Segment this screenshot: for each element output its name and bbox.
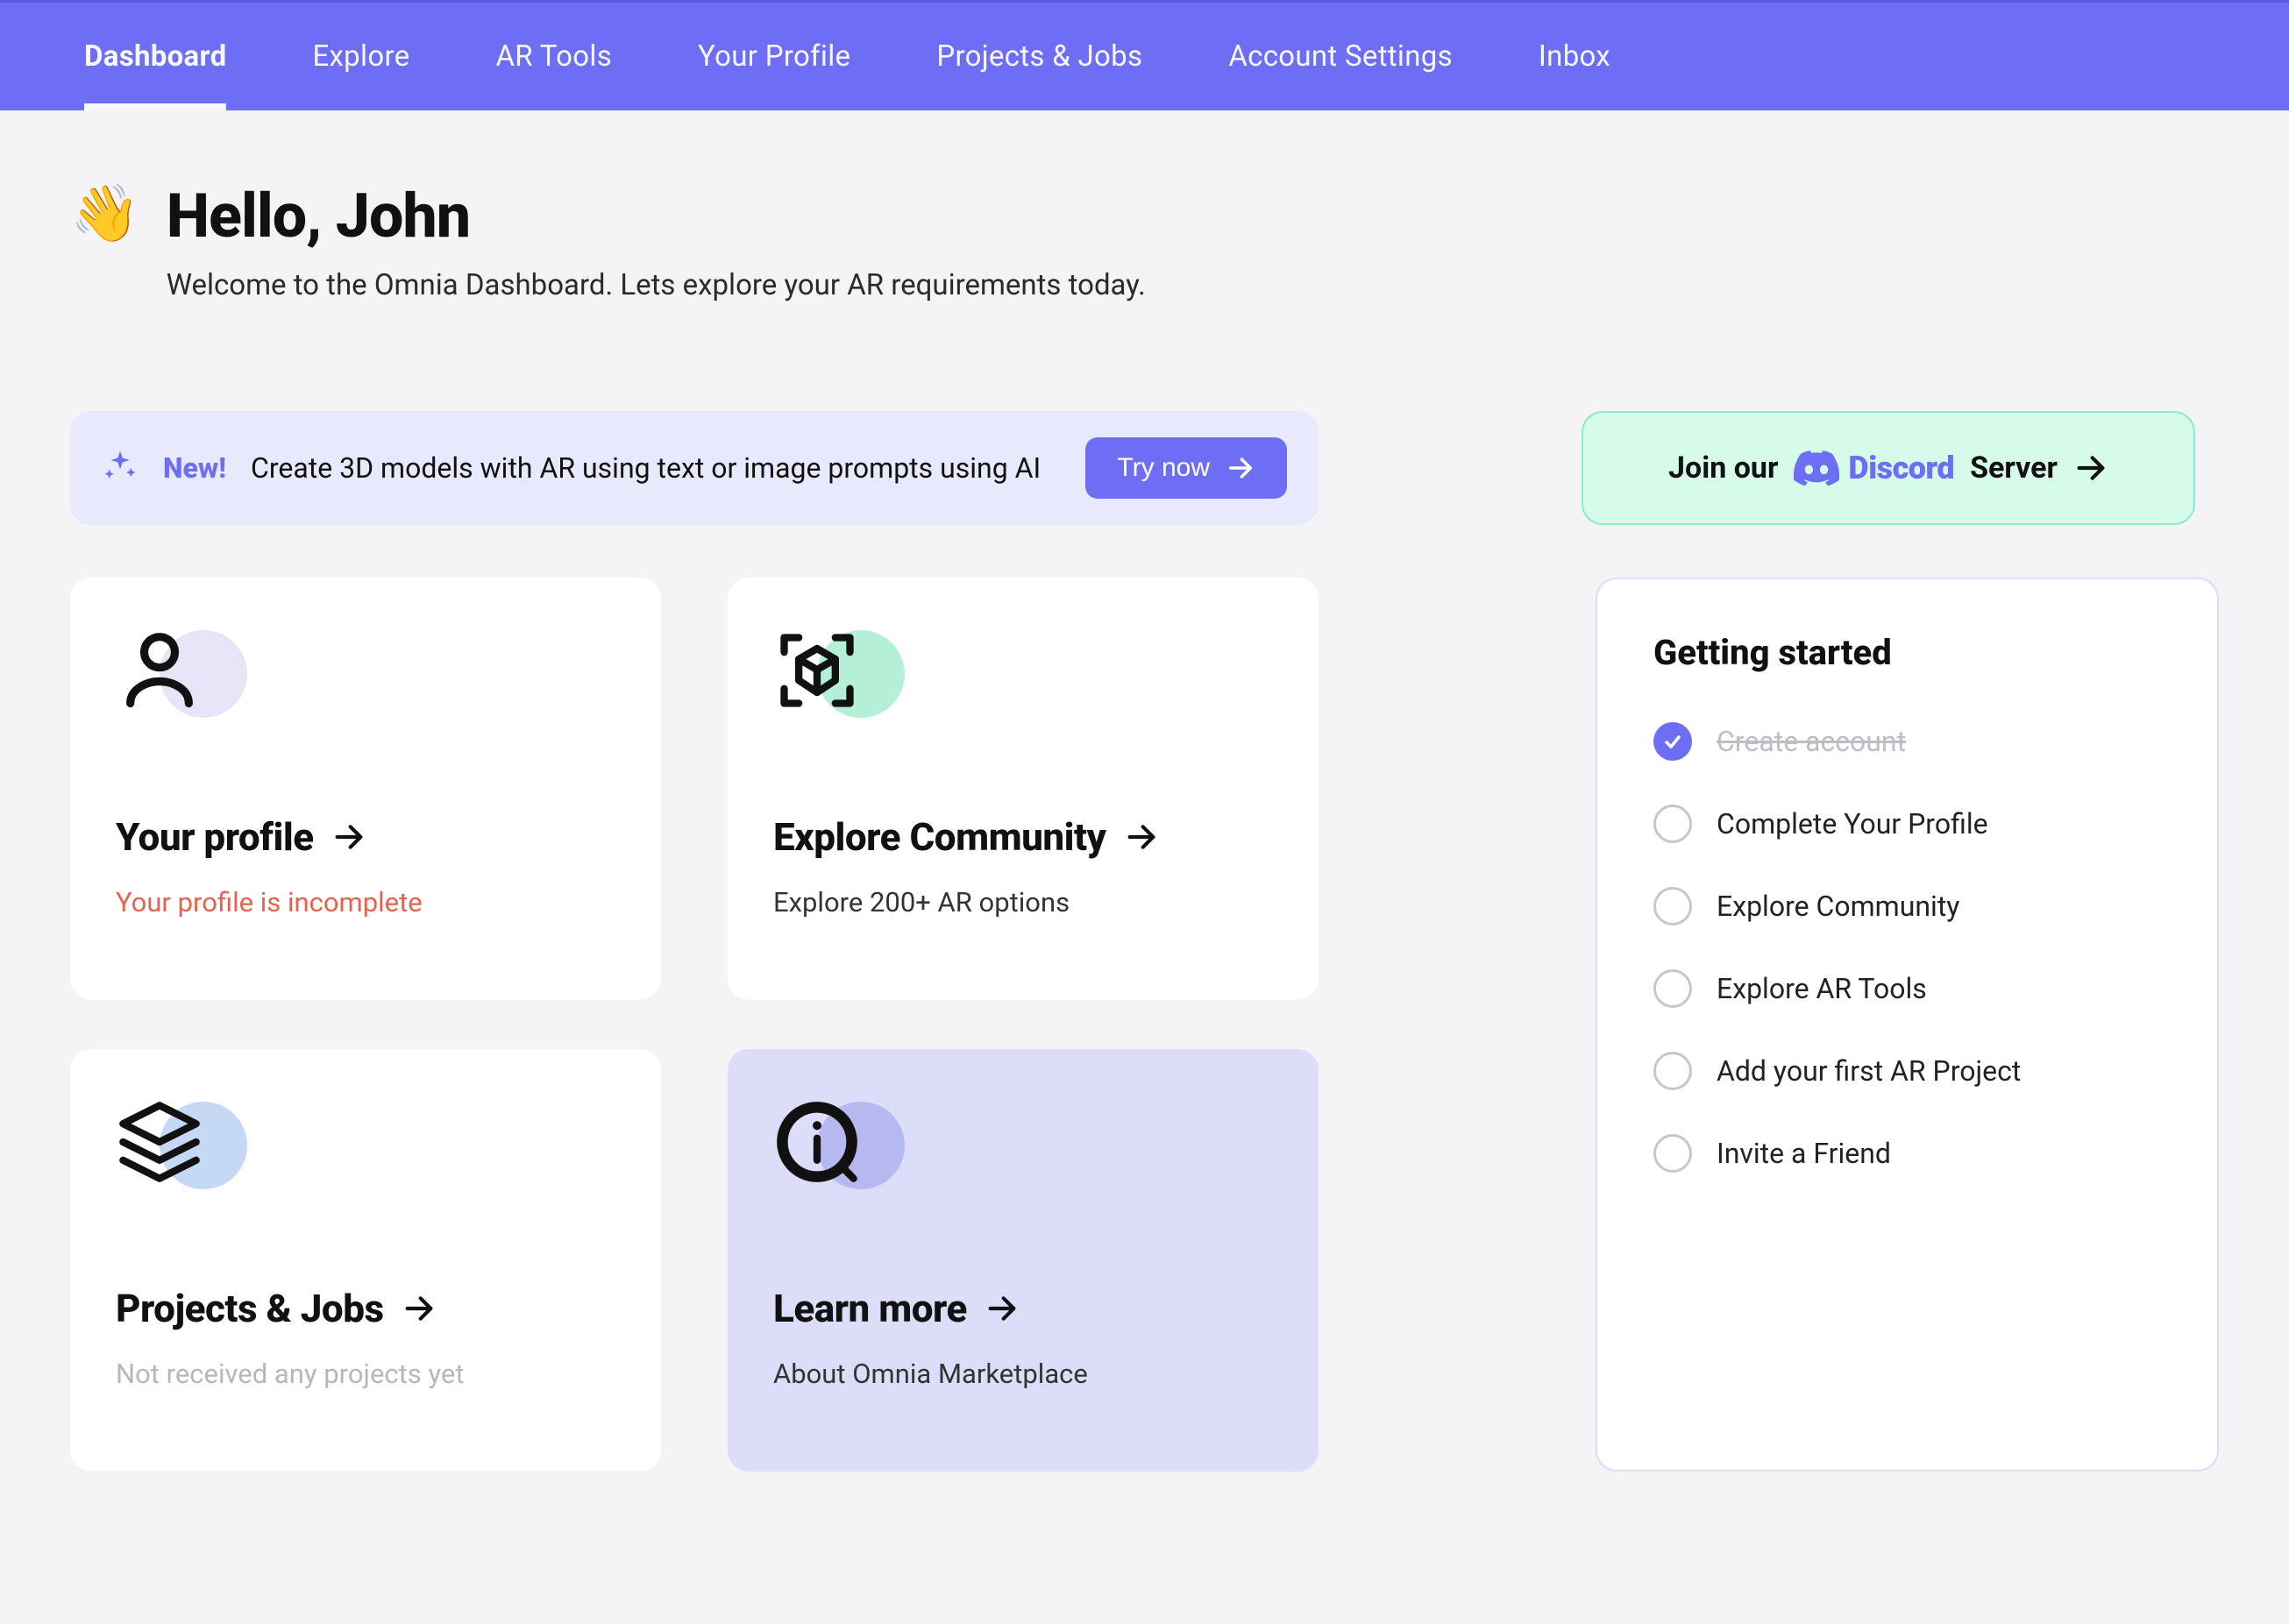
nav-your-profile[interactable]: Your Profile xyxy=(698,3,850,110)
promo-new-tag: New! xyxy=(163,451,226,485)
card-title-row: Explore Community xyxy=(773,814,1273,860)
card-title-row: Learn more xyxy=(773,1286,1273,1331)
unchecked-circle-icon xyxy=(1653,805,1692,843)
discord-icon xyxy=(1794,450,1839,486)
scan-cube-icon xyxy=(773,627,861,714)
gs-label: Explore Community xyxy=(1717,890,1959,923)
gs-item-explore-ar-tools[interactable]: Explore AR Tools xyxy=(1653,969,2161,1008)
info-icon xyxy=(773,1098,861,1186)
nav-inbox[interactable]: Inbox xyxy=(1539,3,1610,110)
nav-explore[interactable]: Explore xyxy=(312,3,409,110)
gs-label: Create account xyxy=(1717,725,1906,758)
banners-row: New! Create 3D models with AR using text… xyxy=(70,411,2219,525)
nav-projects-jobs[interactable]: Projects & Jobs xyxy=(936,3,1142,110)
page-content: 👋 Hello, John Welcome to the Omnia Dashb… xyxy=(0,110,2289,1524)
card-title: Explore Community xyxy=(773,814,1106,860)
arrow-right-icon xyxy=(985,1291,1020,1326)
sparkle-icon xyxy=(102,448,139,488)
arrow-right-icon xyxy=(402,1291,437,1326)
card-icon-wrap xyxy=(116,627,247,723)
card-icon-wrap xyxy=(773,1098,905,1195)
gs-item-invite-friend[interactable]: Invite a Friend xyxy=(1653,1134,2161,1173)
top-nav: Dashboard Explore AR Tools Your Profile … xyxy=(0,0,2289,110)
card-profile[interactable]: Your profile Your profile is incomplete xyxy=(70,578,661,1000)
card-icon-wrap xyxy=(773,627,905,723)
getting-started-panel: Getting started Create account Complete … xyxy=(1596,578,2219,1472)
getting-started-title: Getting started xyxy=(1653,632,2161,673)
gs-label: Add your first AR Project xyxy=(1717,1054,2021,1088)
card-title: Learn more xyxy=(773,1286,967,1331)
card-title-row: Projects & Jobs xyxy=(116,1286,615,1331)
card-subtitle: About Omnia Marketplace xyxy=(773,1358,1273,1390)
greeting-subtitle: Welcome to the Omnia Dashboard. Lets exp… xyxy=(167,268,1146,302)
arrow-right-icon xyxy=(1226,453,1255,483)
card-title: Projects & Jobs xyxy=(116,1286,384,1331)
getting-started-list: Create account Complete Your Profile Exp… xyxy=(1653,722,2161,1173)
gs-item-create-account[interactable]: Create account xyxy=(1653,722,2161,761)
gs-item-complete-profile[interactable]: Complete Your Profile xyxy=(1653,805,2161,843)
layers-icon xyxy=(116,1098,203,1186)
nav-ar-tools[interactable]: AR Tools xyxy=(495,3,612,110)
card-subtitle: Your profile is incomplete xyxy=(116,886,615,918)
gs-label: Explore AR Tools xyxy=(1717,972,1927,1005)
greeting: 👋 Hello, John Welcome to the Omnia Dashb… xyxy=(70,181,2219,302)
gs-item-add-project[interactable]: Add your first AR Project xyxy=(1653,1052,2161,1090)
card-title: Your profile xyxy=(116,814,314,860)
try-now-button[interactable]: Try now xyxy=(1085,437,1287,499)
wave-icon: 👋 xyxy=(70,186,140,242)
dashboard-cards: Your profile Your profile is incomplete xyxy=(70,578,1319,1472)
card-title-row: Your profile xyxy=(116,814,615,860)
card-icon-wrap xyxy=(116,1098,247,1195)
check-circle-icon xyxy=(1653,722,1692,761)
gs-item-explore-community[interactable]: Explore Community xyxy=(1653,887,2161,925)
card-subtitle: Explore 200+ AR options xyxy=(773,886,1273,918)
discord-brand: Discord xyxy=(1848,450,1954,486)
unchecked-circle-icon xyxy=(1653,887,1692,925)
gs-label: Invite a Friend xyxy=(1717,1137,1891,1170)
arrow-right-icon xyxy=(1124,819,1159,855)
try-now-label: Try now xyxy=(1117,453,1210,483)
user-icon xyxy=(116,627,203,714)
arrow-right-icon xyxy=(2073,450,2108,486)
unchecked-circle-icon xyxy=(1653,969,1692,1008)
main-row: Your profile Your profile is incomplete xyxy=(70,578,2219,1472)
unchecked-circle-icon xyxy=(1653,1052,1692,1090)
gs-label: Complete Your Profile xyxy=(1717,807,1988,840)
nav-dashboard[interactable]: Dashboard xyxy=(84,3,226,110)
greeting-title: Hello, John xyxy=(167,181,1146,252)
card-subtitle: Not received any projects yet xyxy=(116,1358,615,1390)
card-learn[interactable]: Learn more About Omnia Marketplace xyxy=(728,1049,1319,1472)
promo-text: Create 3D models with AR using text or i… xyxy=(251,451,1061,485)
discord-banner[interactable]: Join our Discord Server xyxy=(1582,411,2195,525)
discord-prefix: Join our xyxy=(1668,450,1778,486)
ai-promo-banner: New! Create 3D models with AR using text… xyxy=(70,411,1319,525)
discord-logo: Discord xyxy=(1794,450,1954,486)
unchecked-circle-icon xyxy=(1653,1134,1692,1173)
card-projects[interactable]: Projects & Jobs Not received any project… xyxy=(70,1049,661,1472)
discord-suffix: Server xyxy=(1970,450,2058,486)
nav-account-settings[interactable]: Account Settings xyxy=(1228,3,1453,110)
card-community[interactable]: Explore Community Explore 200+ AR option… xyxy=(728,578,1319,1000)
arrow-right-icon xyxy=(331,819,366,855)
